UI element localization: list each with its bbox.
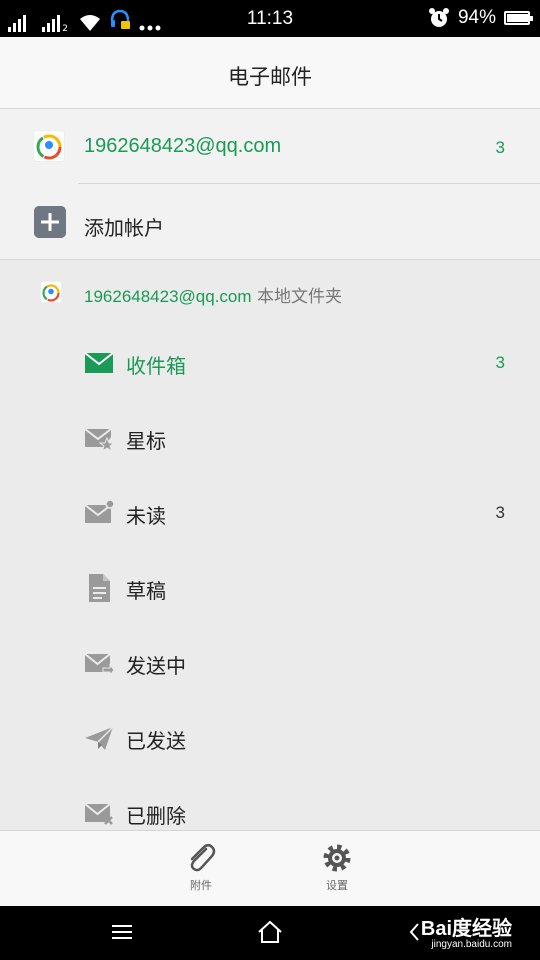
inbox-icon: [84, 352, 114, 373]
watermark-url: jingyan.baidu.com: [431, 939, 512, 950]
attachments-button[interactable]: 附件: [166, 841, 236, 893]
folder-label: 收件箱: [126, 354, 186, 378]
battery-percent: 94%: [457, 7, 496, 28]
folder-unread[interactable]: 未读 3: [0, 476, 540, 551]
account-section: 1962648423@qq.com 3 添加帐户: [0, 109, 540, 260]
local-folders-header: 1962648423@qq.com 本地文件夹: [0, 260, 540, 326]
gear-icon: [323, 844, 351, 872]
home-icon[interactable]: [257, 920, 283, 944]
account-avatar-icon: [33, 130, 65, 162]
alarm-clock-icon: [428, 8, 449, 27]
folder-label: 已发送: [126, 729, 186, 753]
baidu-watermark: Bai度经验 jingyan.baidu.com: [421, 912, 512, 950]
local-folders-title: 1962648423@qq.com 本地文件夹: [84, 282, 342, 307]
trash-mail-icon: [84, 803, 113, 825]
settings-label: 设置: [326, 879, 348, 892]
folder-label: 草稿: [126, 579, 166, 603]
folder-count: 3: [495, 503, 505, 522]
folder-inbox[interactable]: 收件箱 3: [0, 326, 540, 401]
outbox-icon: [84, 653, 114, 677]
paperclip-icon: [190, 844, 216, 872]
folder-label: 未读: [126, 504, 166, 528]
app-header: 电子邮件: [0, 37, 540, 109]
add-account-label: 添加帐户: [84, 216, 164, 240]
settings-button[interactable]: 设置: [302, 841, 372, 893]
watermark-brand: Bai度经验: [420, 918, 512, 940]
folder-label: 发送中: [126, 654, 186, 678]
folder-label: 星标: [126, 429, 166, 453]
unread-mail-icon: [84, 499, 114, 523]
system-nav-bar: Bai度经验 jingyan.baidu.com: [0, 906, 540, 960]
status-right-icons: 94%: [428, 7, 533, 29]
folder-label: 已删除: [126, 804, 186, 828]
plus-icon: [34, 206, 66, 238]
battery-icon: [504, 11, 533, 25]
account-row[interactable]: 1962648423@qq.com 3: [0, 109, 540, 184]
folder-starred[interactable]: 星标: [0, 401, 540, 476]
local-folders-email: 1962648423@qq.com: [84, 287, 252, 306]
local-folders-suffix: 本地文件夹: [251, 287, 342, 307]
add-account-row[interactable]: 添加帐户: [0, 184, 540, 259]
bottom-toolbar: 附件 设置: [0, 830, 540, 906]
star-mail-icon: [84, 428, 114, 453]
menu-icon[interactable]: [110, 920, 134, 944]
folder-sent[interactable]: 已发送: [0, 701, 540, 776]
sent-icon: [85, 726, 114, 750]
folder-drafts[interactable]: 草稿: [0, 551, 540, 626]
account-email: 1962648423@qq.com: [84, 135, 282, 157]
account-avatar-icon: [40, 281, 62, 303]
status-bar: 2 11:13 94%: [0, 0, 540, 37]
attachments-label: 附件: [190, 879, 212, 892]
folder-outbox[interactable]: 发送中: [0, 626, 540, 701]
page-title: 电子邮件: [228, 65, 312, 89]
account-unread-count: 3: [495, 138, 505, 157]
draft-icon: [89, 574, 110, 602]
folder-count: 3: [495, 353, 505, 372]
